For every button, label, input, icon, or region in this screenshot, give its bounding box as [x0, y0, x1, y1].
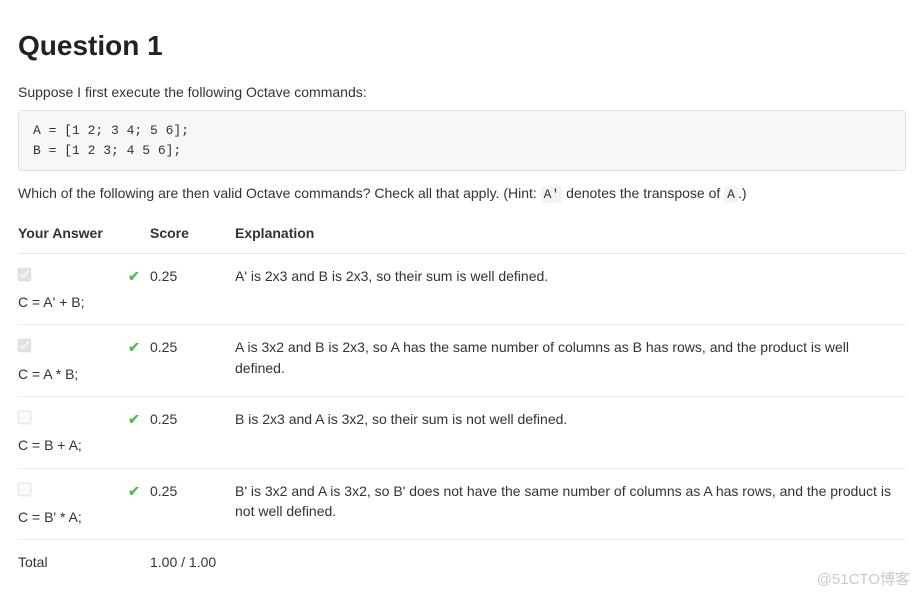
code-inline-a: A: [724, 186, 738, 203]
table-row: C = B + A; ✔ 0.25B is 2x3 and A is 3x2, so…: [18, 397, 906, 469]
answer-text: C = B + A;: [18, 435, 120, 455]
answer-text: C = B' * A;: [18, 507, 120, 527]
answer-checkbox: [18, 411, 32, 425]
header-explanation: Explanation: [235, 214, 906, 253]
explanation-text: A is 3x2 and B is 2x3, so A has the same…: [235, 325, 906, 397]
answer-checkbox: [18, 339, 32, 353]
table-row: C = A' + B; ✔ 0.25A' is 2x3 and B is 2x3, …: [18, 253, 906, 325]
check-icon: ✔: [128, 337, 140, 357]
subprompt-part: Which of the following are then valid Oc…: [18, 185, 541, 201]
score-value: 0.25: [150, 468, 235, 540]
total-label: Total: [18, 540, 128, 585]
answer-text: C = A' + B;: [18, 292, 120, 312]
header-your-answer: Your Answer: [18, 214, 128, 253]
total-score: 1.00 / 1.00: [150, 540, 235, 585]
table-row: C = B' * A; ✔ 0.25B' is 3x2 and A is 3x2, …: [18, 468, 906, 540]
answer-checkbox: [18, 482, 32, 496]
score-value: 0.25: [150, 397, 235, 469]
watermark: @51CTO博客: [817, 568, 910, 589]
table-row: C = A * B; ✔ 0.25A is 3x2 and B is 2x3, so…: [18, 325, 906, 397]
total-row: Total 1.00 / 1.00: [18, 540, 906, 585]
score-value: 0.25: [150, 325, 235, 397]
answer-text: C = A * B;: [18, 364, 120, 384]
code-block: A = [1 2; 3 4; 5 6]; B = [1 2 3; 4 5 6];: [18, 110, 906, 171]
check-icon: ✔: [128, 481, 140, 501]
explanation-text: A' is 2x3 and B is 2x3, so their sum is …: [235, 253, 906, 325]
answers-table: Your Answer Score Explanation C = A' + B…: [18, 214, 906, 585]
header-mark: [128, 214, 150, 253]
question-title: Question 1: [18, 30, 906, 62]
check-icon: ✔: [128, 409, 140, 429]
score-value: 0.25: [150, 253, 235, 325]
check-icon: ✔: [128, 266, 140, 286]
header-score: Score: [150, 214, 235, 253]
answer-checkbox: [18, 268, 32, 282]
subprompt-part: denotes the transpose of: [562, 185, 724, 201]
code-inline-a-prime: A': [541, 186, 563, 203]
explanation-text: B is 2x3 and A is 3x2, so their sum is n…: [235, 397, 906, 469]
prompt-followup: Which of the following are then valid Oc…: [18, 185, 906, 202]
prompt-intro: Suppose I first execute the following Oc…: [18, 84, 906, 100]
subprompt-part: .): [738, 185, 747, 201]
explanation-text: B' is 3x2 and A is 3x2, so B' does not h…: [235, 468, 906, 540]
